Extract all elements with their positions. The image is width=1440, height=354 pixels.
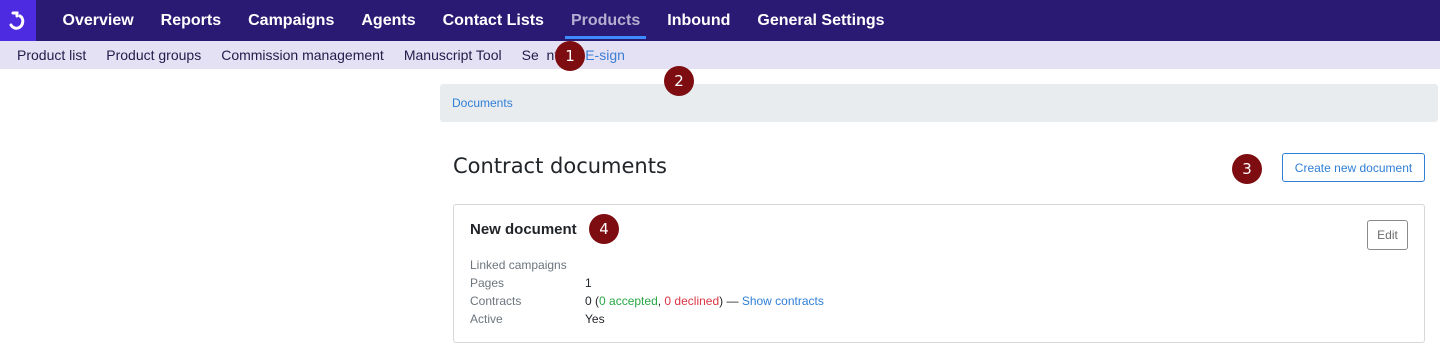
breadcrumb: Documents (440, 84, 1438, 122)
subnav-product-groups[interactable]: Product groups (96, 47, 211, 63)
nav-reports[interactable]: Reports (147, 0, 234, 41)
step-marker-3: 3 (1232, 154, 1262, 184)
step-marker-2: 2 (664, 66, 694, 96)
contracts-summary: 0 (0 accepted, 0 declined) — Show contra… (585, 294, 824, 308)
nav-inbound[interactable]: Inbound (654, 0, 744, 41)
active-value: Yes (585, 312, 605, 326)
nav-agents[interactable]: Agents (348, 0, 429, 41)
create-new-document-button[interactable]: Create new document (1282, 153, 1425, 182)
active-label: Active (470, 312, 503, 326)
linked-campaigns-label: Linked campaigns (470, 258, 567, 272)
detail-row-contracts: Contracts 0 (0 accepted, 0 declined) — S… (470, 292, 824, 310)
nav-overview[interactable]: Overview (49, 0, 147, 41)
document-title: New document (470, 221, 577, 238)
contracts-label: Contracts (470, 294, 522, 308)
breadcrumb-documents-link[interactable]: Documents (452, 96, 513, 110)
page-title: Contract documents (453, 154, 667, 178)
detail-row-linked-campaigns: Linked campaigns (470, 256, 824, 274)
contracts-close-paren: ) — (719, 294, 742, 308)
nav-campaigns[interactable]: Campaigns (235, 0, 348, 41)
detail-row-pages: Pages 1 (470, 274, 824, 292)
subnav-commission-management[interactable]: Commission management (211, 47, 394, 63)
subnav-manuscript-tool[interactable]: Manuscript Tool (394, 47, 512, 63)
sub-navigation: Product list Product groups Commission m… (0, 41, 1440, 69)
nav-general-settings[interactable]: General Settings (744, 0, 898, 41)
nav-products[interactable]: Products (557, 0, 653, 41)
pages-value: 1 (585, 276, 592, 290)
pages-label: Pages (470, 276, 505, 290)
contracts-declined: 0 declined (664, 294, 720, 308)
top-navigation: Overview Reports Campaigns Agents Contac… (0, 0, 1440, 41)
contracts-accepted: 0 accepted (599, 294, 658, 308)
show-contracts-link[interactable]: Show contracts (742, 294, 824, 308)
edit-document-button[interactable]: Edit (1367, 220, 1408, 250)
app-logo[interactable] (0, 0, 36, 41)
detail-row-active: Active Yes (470, 310, 824, 328)
step-marker-4: 4 (589, 214, 619, 244)
nav-contact-lists[interactable]: Contact Lists (429, 0, 557, 41)
step-marker-1: 1 (555, 41, 585, 71)
subnav-product-list[interactable]: Product list (7, 47, 96, 63)
contracts-count: 0 (585, 294, 592, 308)
logo-icon (9, 11, 25, 30)
document-details: Linked campaigns Pages 1 Contracts 0 (0 … (470, 256, 824, 328)
